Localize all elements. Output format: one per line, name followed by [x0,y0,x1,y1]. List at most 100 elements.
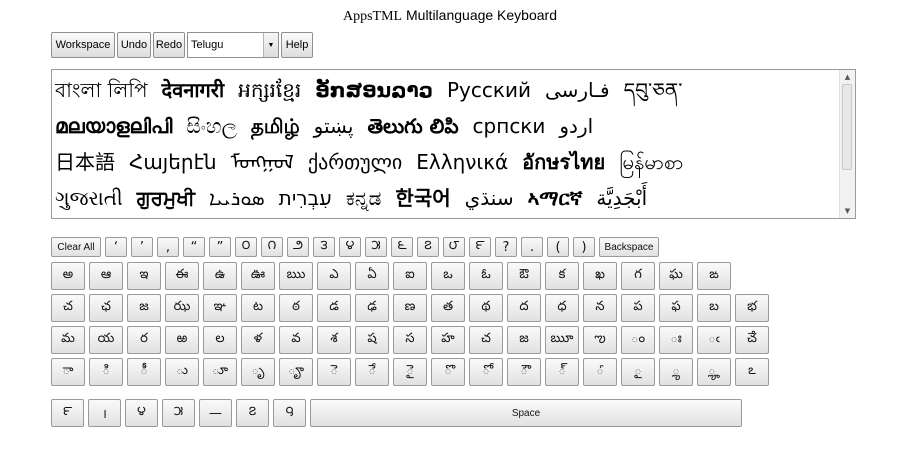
key[interactable]: ఝ [165,294,199,322]
key[interactable]: ఠ [279,294,313,322]
key[interactable]: ౖ [621,358,655,386]
key[interactable]: ౣ [697,358,731,386]
key[interactable]: ౦ [235,237,257,257]
text-workspace-content[interactable]: বাংলা লিপি देवनागरी អក្សរខ្មែរ ອັກສອນລາວ Рус… [55,72,843,216]
key[interactable]: । [88,399,121,427]
workspace-button[interactable]: Workspace [51,32,115,58]
key[interactable]: మ [51,326,85,354]
key[interactable]: ఓ [469,262,503,290]
key[interactable]: , [157,237,179,257]
key[interactable]: ా [51,358,85,386]
key[interactable]: డ [317,294,351,322]
key[interactable]: ణ [393,294,427,322]
key[interactable]: ౕ [583,358,617,386]
key[interactable]: ‘ [105,237,127,257]
key[interactable]: చ [51,294,85,322]
key[interactable]: ూ [203,358,237,386]
key[interactable]: అ [51,262,85,290]
space-key[interactable]: Space [310,399,742,427]
key[interactable]: ౧ [261,237,283,257]
key[interactable]: ద [507,294,541,322]
key[interactable]: ౪ [339,237,361,257]
vertical-scrollbar[interactable]: ▲ ▼ [839,70,855,218]
key[interactable]: ౘ [735,326,769,354]
key[interactable]: ఱ [165,326,199,354]
key[interactable]: ి [89,358,123,386]
key[interactable]: ర [127,326,161,354]
undo-button[interactable]: Undo [117,32,151,58]
key[interactable]: ష [355,326,389,354]
key[interactable]: ఒ [431,262,465,290]
key[interactable]: ఋ [279,262,313,290]
key[interactable]: జ [507,326,541,354]
key[interactable]: స [393,326,427,354]
key[interactable]: న [583,294,617,322]
key[interactable]: శ [317,326,351,354]
key[interactable]: ) [573,237,595,257]
key[interactable]: ౌ [507,358,541,386]
key[interactable]: హ [431,326,465,354]
key[interactable]: ఛ [89,294,123,322]
key[interactable]: “ [183,237,205,257]
key[interactable]: ఎ [317,262,351,290]
key[interactable]: బ [697,294,731,322]
key[interactable]: ం [621,326,655,354]
help-button[interactable]: Help [281,32,313,58]
key[interactable]: ఘ [659,262,693,290]
key[interactable]: గ [621,262,655,290]
key[interactable]: — [199,399,232,427]
key[interactable]: ఽ [735,358,769,386]
key[interactable]: ౫ [365,237,387,257]
key[interactable]: ీ [127,358,161,386]
key[interactable]: ౭ [236,399,269,427]
key[interactable]: ఖ [583,262,617,290]
key[interactable]: . [521,237,543,257]
key[interactable]: య [89,326,123,354]
key[interactable]: ౩ [313,237,335,257]
scroll-thumb[interactable] [842,84,852,170]
redo-button[interactable]: Redo [153,32,185,58]
key[interactable]: చ [469,326,503,354]
key[interactable]: జ [127,294,161,322]
key[interactable]: క [545,262,579,290]
key[interactable]: త [431,294,465,322]
backspace-key[interactable]: Backspace [599,237,659,257]
scroll-down-icon[interactable]: ▼ [840,204,855,218]
chevron-down-icon[interactable]: ▼ [263,33,278,57]
key[interactable]: ఁ [697,326,731,354]
key[interactable]: ఊ [241,262,275,290]
key[interactable]: ె [317,358,351,386]
key[interactable]: ౯ [51,399,84,427]
key[interactable]: ొ [431,358,465,386]
key[interactable]: ఆ [89,262,123,290]
key[interactable]: ప [621,294,655,322]
key[interactable]: వ [279,326,313,354]
key[interactable]: ౮ [443,237,465,257]
key[interactable]: ౨ [287,237,309,257]
key[interactable]: ై [393,358,427,386]
key[interactable]: ౢ [659,358,693,386]
key[interactable]: ” [209,237,231,257]
key[interactable]: ఉ [203,262,237,290]
text-workspace[interactable]: বাংলা লিপি देवनागरी អក្សរខ្មែរ ອັກສອນລາວ Рус… [51,69,856,219]
key[interactable]: ’ [131,237,153,257]
key[interactable]: ళ [241,326,275,354]
key[interactable]: ఇ [127,262,161,290]
key[interactable]: ౄ [279,358,313,386]
key[interactable]: ఞ [203,294,237,322]
key[interactable]: ఌ [583,326,617,354]
key[interactable]: ౯ [469,237,491,257]
key[interactable]: ధ [545,294,579,322]
key[interactable]: ౪ [125,399,158,427]
key[interactable]: ః [659,326,693,354]
key[interactable]: ో [469,358,503,386]
key[interactable]: ఐ [393,262,427,290]
key[interactable]: ్ [545,358,579,386]
key[interactable]: ( [547,237,569,257]
key[interactable]: ఈ [165,262,199,290]
key[interactable]: ఫ [659,294,693,322]
key[interactable]: ఏ [355,262,389,290]
key[interactable]: ు [165,358,199,386]
key[interactable]: ౠ [545,326,579,354]
clear-all-button[interactable]: Clear All [51,237,101,257]
